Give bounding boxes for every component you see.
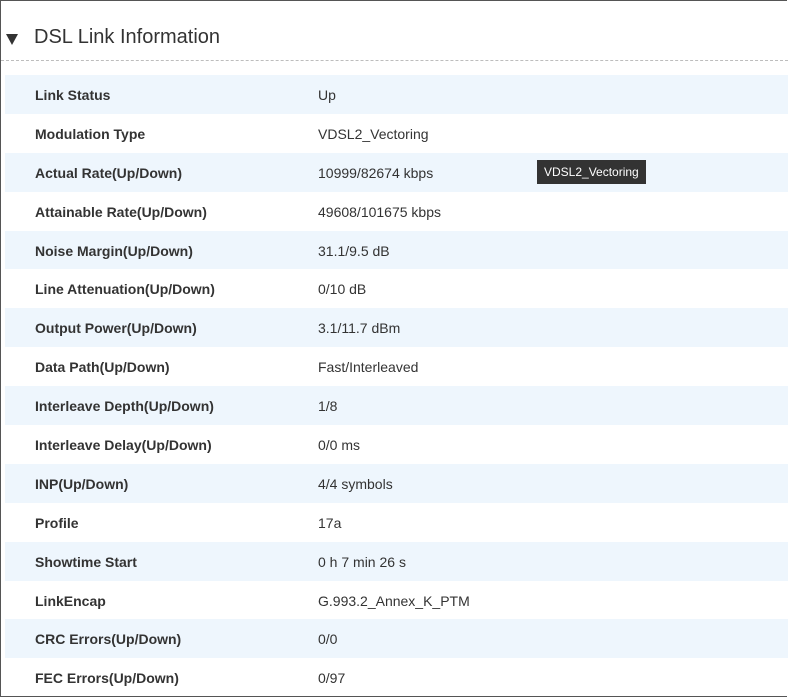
modulation-tooltip: VDSL2_Vectoring — [537, 160, 646, 184]
row-value: 0 h 7 min 26 s — [318, 553, 406, 570]
row-value: 49608/101675 kbps — [318, 203, 441, 220]
row-value: 0/0 ms — [318, 437, 361, 454]
row-label: LinkEncap — [35, 592, 106, 609]
section-header[interactable]: DSL Link Information — [1, 1, 788, 61]
row-label: Showtime Start — [35, 553, 137, 570]
table-row: Attainable Rate(Up/Down) 49608/101675 kb… — [5, 192, 788, 231]
row-value: 1/8 — [318, 398, 338, 415]
table-row: Data Path(Up/Down) Fast/Interleaved — [5, 347, 788, 386]
row-value: 3.1/11.7 dBm — [318, 320, 401, 337]
row-value: 0/10 dB — [318, 281, 367, 298]
row-value: 31.1/9.5 dB — [318, 242, 390, 259]
row-label: Data Path(Up/Down) — [35, 359, 170, 376]
row-value: 0/97 — [318, 670, 346, 687]
row-label: Actual Rate(Up/Down) — [35, 164, 182, 181]
table-row: LinkEncap G.993.2_Annex_K_PTM — [5, 581, 788, 620]
section-title: DSL Link Information — [34, 26, 221, 48]
table-row: Interleave Depth(Up/Down) 1/8 — [5, 386, 788, 426]
row-value: 17a — [318, 514, 342, 531]
row-value: G.993.2_Annex_K_PTM — [318, 592, 470, 609]
table-row: Link Status Up — [5, 75, 788, 114]
row-label: Modulation Type — [35, 125, 146, 142]
row-label: Line Attenuation(Up/Down) — [35, 281, 215, 298]
table-row: FEC Errors(Up/Down) 0/97 — [5, 658, 788, 697]
table-row: Modulation Type VDSL2_Vectoring — [5, 114, 788, 153]
table-row: Output Power(Up/Down) 3.1/11.7 dBm — [5, 308, 788, 348]
table-row: Actual Rate(Up/Down) 10999/82674 kbps — [5, 152, 788, 192]
row-label: Profile — [35, 514, 79, 531]
table-row: Showtime Start 0 h 7 min 26 s — [5, 541, 788, 581]
row-label: Attainable Rate(Up/Down) — [35, 203, 207, 220]
row-value: 0/0 — [318, 631, 338, 648]
table-row: INP(Up/Down) 4/4 symbols — [5, 463, 788, 503]
table-row: Profile 17a — [5, 503, 788, 542]
row-value: Up — [318, 87, 336, 103]
row-label: Interleave Delay(Up/Down) — [35, 437, 212, 454]
table-row: Interleave Delay(Up/Down) 0/0 ms — [5, 425, 788, 464]
row-label: Link Status — [35, 87, 111, 103]
row-value: 4/4 symbols — [318, 475, 393, 492]
dsl-info-table: Link Status Up Modulation Type VDSL2_Vec… — [5, 75, 788, 697]
row-label: FEC Errors(Up/Down) — [35, 670, 179, 687]
dsl-info-panel: DSL Link Information Link Status Up Modu… — [0, 0, 788, 697]
row-label: Interleave Depth(Up/Down) — [35, 398, 214, 415]
row-label: CRC Errors(Up/Down) — [35, 631, 182, 648]
row-value: 10999/82674 kbps — [318, 164, 434, 181]
table-row: Line Attenuation(Up/Down) 0/10 dB — [5, 269, 788, 308]
table-row: CRC Errors(Up/Down) 0/0 — [5, 619, 788, 659]
row-value: VDSL2_Vectoring — [318, 125, 429, 142]
table-row: Noise Margin(Up/Down) 31.1/9.5 dB — [5, 230, 788, 270]
row-label: Noise Margin(Up/Down) — [35, 242, 193, 259]
row-label: Output Power(Up/Down) — [35, 320, 197, 337]
row-value: Fast/Interleaved — [318, 359, 419, 376]
row-label: INP(Up/Down) — [35, 475, 129, 492]
collapse-triangle-icon[interactable] — [6, 34, 18, 45]
